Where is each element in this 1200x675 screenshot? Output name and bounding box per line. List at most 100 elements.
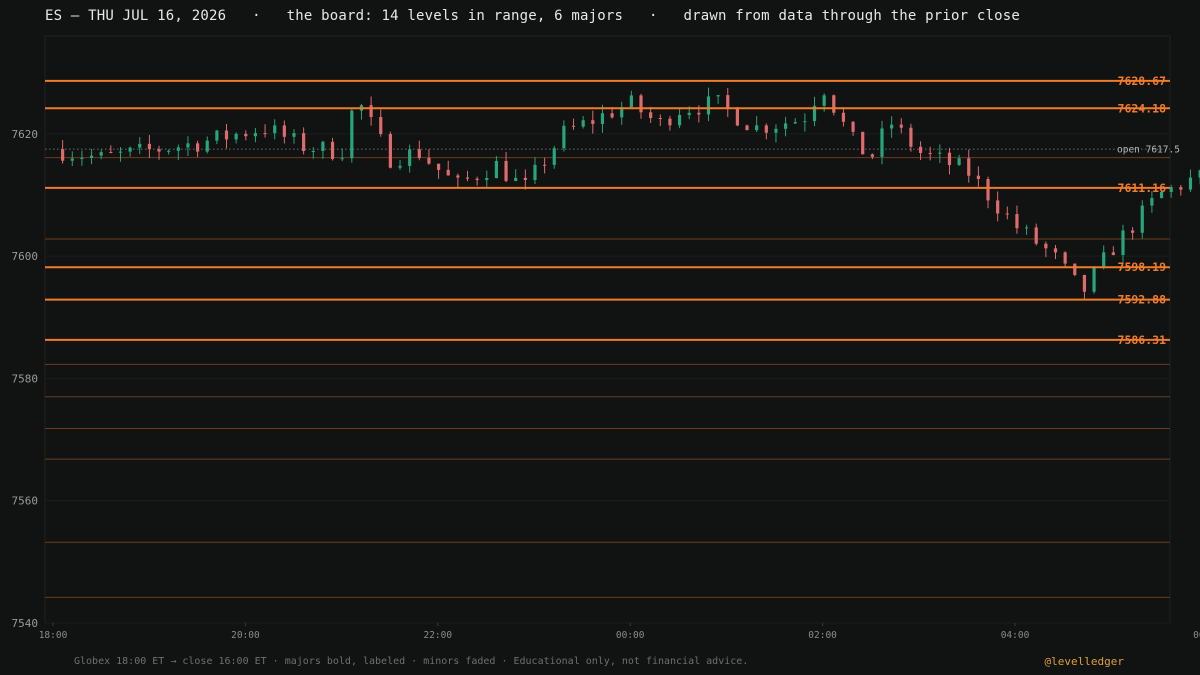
candle-body	[234, 133, 238, 140]
candle-body	[224, 130, 229, 140]
y-tick-label: 7540	[12, 617, 39, 630]
candle-body	[61, 149, 65, 161]
candle-body	[302, 133, 306, 152]
candle-body	[581, 120, 585, 127]
candle-body	[417, 149, 421, 158]
candle-body	[1024, 227, 1029, 229]
y-tick-label: 7620	[12, 128, 39, 141]
author-handle[interactable]: @levelledger	[1045, 655, 1124, 668]
candle-body	[880, 128, 884, 157]
candle-body	[1131, 230, 1135, 233]
candle-body	[745, 125, 749, 131]
candle-body	[89, 155, 94, 158]
plot-frame	[44, 35, 1171, 624]
candle-body	[350, 110, 354, 159]
x-tick-label: 02:00	[808, 630, 837, 641]
candle-body	[996, 200, 1000, 214]
candle-body	[128, 147, 132, 152]
candle-body	[967, 158, 971, 176]
candle-body	[851, 121, 855, 132]
candle-body	[735, 108, 740, 126]
candle-body	[1121, 230, 1125, 256]
major-level-label: 7624.18	[1118, 101, 1167, 115]
candle-body	[861, 131, 865, 155]
x-tick-label: 00:00	[616, 630, 645, 641]
candle-body	[456, 175, 460, 178]
candle-body	[408, 149, 412, 166]
candle-body	[976, 175, 980, 180]
major-level-label: 7598.19	[1118, 260, 1167, 274]
candle-body	[205, 140, 209, 152]
candle-body	[273, 125, 277, 134]
candlestick-chart: 7540 7560 7580 7600 7620 18:00 20:00 22:00 00:00…	[12, 35, 1200, 641]
y-tick-label: 7560	[12, 495, 39, 508]
candle-body	[600, 113, 605, 124]
candle-body	[330, 141, 335, 160]
candle-body	[1111, 252, 1115, 256]
candle-body	[253, 133, 258, 137]
candle-body	[263, 133, 267, 135]
candle-body	[379, 116, 383, 135]
candle-body	[899, 124, 903, 128]
candle-body	[292, 133, 296, 137]
candle-body	[533, 164, 537, 181]
candle-body	[716, 95, 720, 97]
candle-body	[186, 143, 190, 148]
candle-body	[1005, 213, 1009, 215]
candle-body	[909, 127, 913, 147]
candle-body	[147, 143, 151, 150]
candle-body	[436, 163, 441, 170]
candle-body	[1179, 187, 1183, 190]
candle-body	[523, 177, 527, 181]
candle-body	[494, 160, 499, 179]
candle-body	[774, 128, 778, 133]
candle-body	[1053, 248, 1058, 253]
candle-body	[552, 148, 556, 165]
candle-body	[562, 125, 566, 149]
candle-body	[764, 125, 768, 133]
candle-body	[195, 143, 200, 152]
candle-body	[388, 134, 392, 168]
candle-body	[1082, 274, 1087, 292]
candle-body	[658, 117, 662, 119]
candle-body	[1140, 205, 1144, 233]
candle-body	[793, 122, 797, 124]
x-tick-label: 04:00	[1001, 630, 1030, 641]
major-level-label: 7611.16	[1118, 181, 1167, 195]
candle-body	[311, 150, 315, 152]
candle-body	[677, 114, 682, 126]
candle-body	[1150, 198, 1154, 206]
candle-body	[1102, 252, 1106, 268]
major-level-label: 7592.88	[1118, 293, 1167, 307]
x-tick-label: 20:00	[231, 630, 260, 641]
candle-body	[369, 105, 373, 117]
candle-body	[1188, 177, 1193, 190]
candle-body	[841, 112, 846, 122]
candle-body	[475, 178, 479, 181]
major-level-label: 7628.67	[1118, 74, 1167, 88]
candle-body	[465, 177, 470, 179]
candle-body	[639, 95, 643, 113]
candle-body	[504, 160, 508, 181]
candle-body	[215, 130, 219, 141]
candle-body	[282, 125, 286, 137]
candle-body	[485, 178, 489, 181]
candle-body	[167, 150, 171, 152]
candle-body	[1169, 187, 1173, 193]
candle-body	[427, 157, 431, 164]
candle-body	[938, 152, 942, 154]
candle-body	[571, 125, 576, 127]
candle-body	[591, 120, 595, 124]
candle-body	[957, 158, 961, 166]
candle-body	[157, 149, 161, 152]
candle-body	[80, 157, 84, 159]
candle-body	[610, 113, 614, 118]
candle-body	[1015, 214, 1019, 229]
y-tick-label: 7580	[12, 372, 39, 385]
candle-body	[629, 95, 633, 108]
candle-body	[870, 154, 874, 157]
candle-body	[1092, 267, 1096, 292]
candle-body	[446, 169, 450, 176]
candle-body	[668, 118, 672, 126]
open-label: open 7617.5	[1117, 145, 1180, 156]
